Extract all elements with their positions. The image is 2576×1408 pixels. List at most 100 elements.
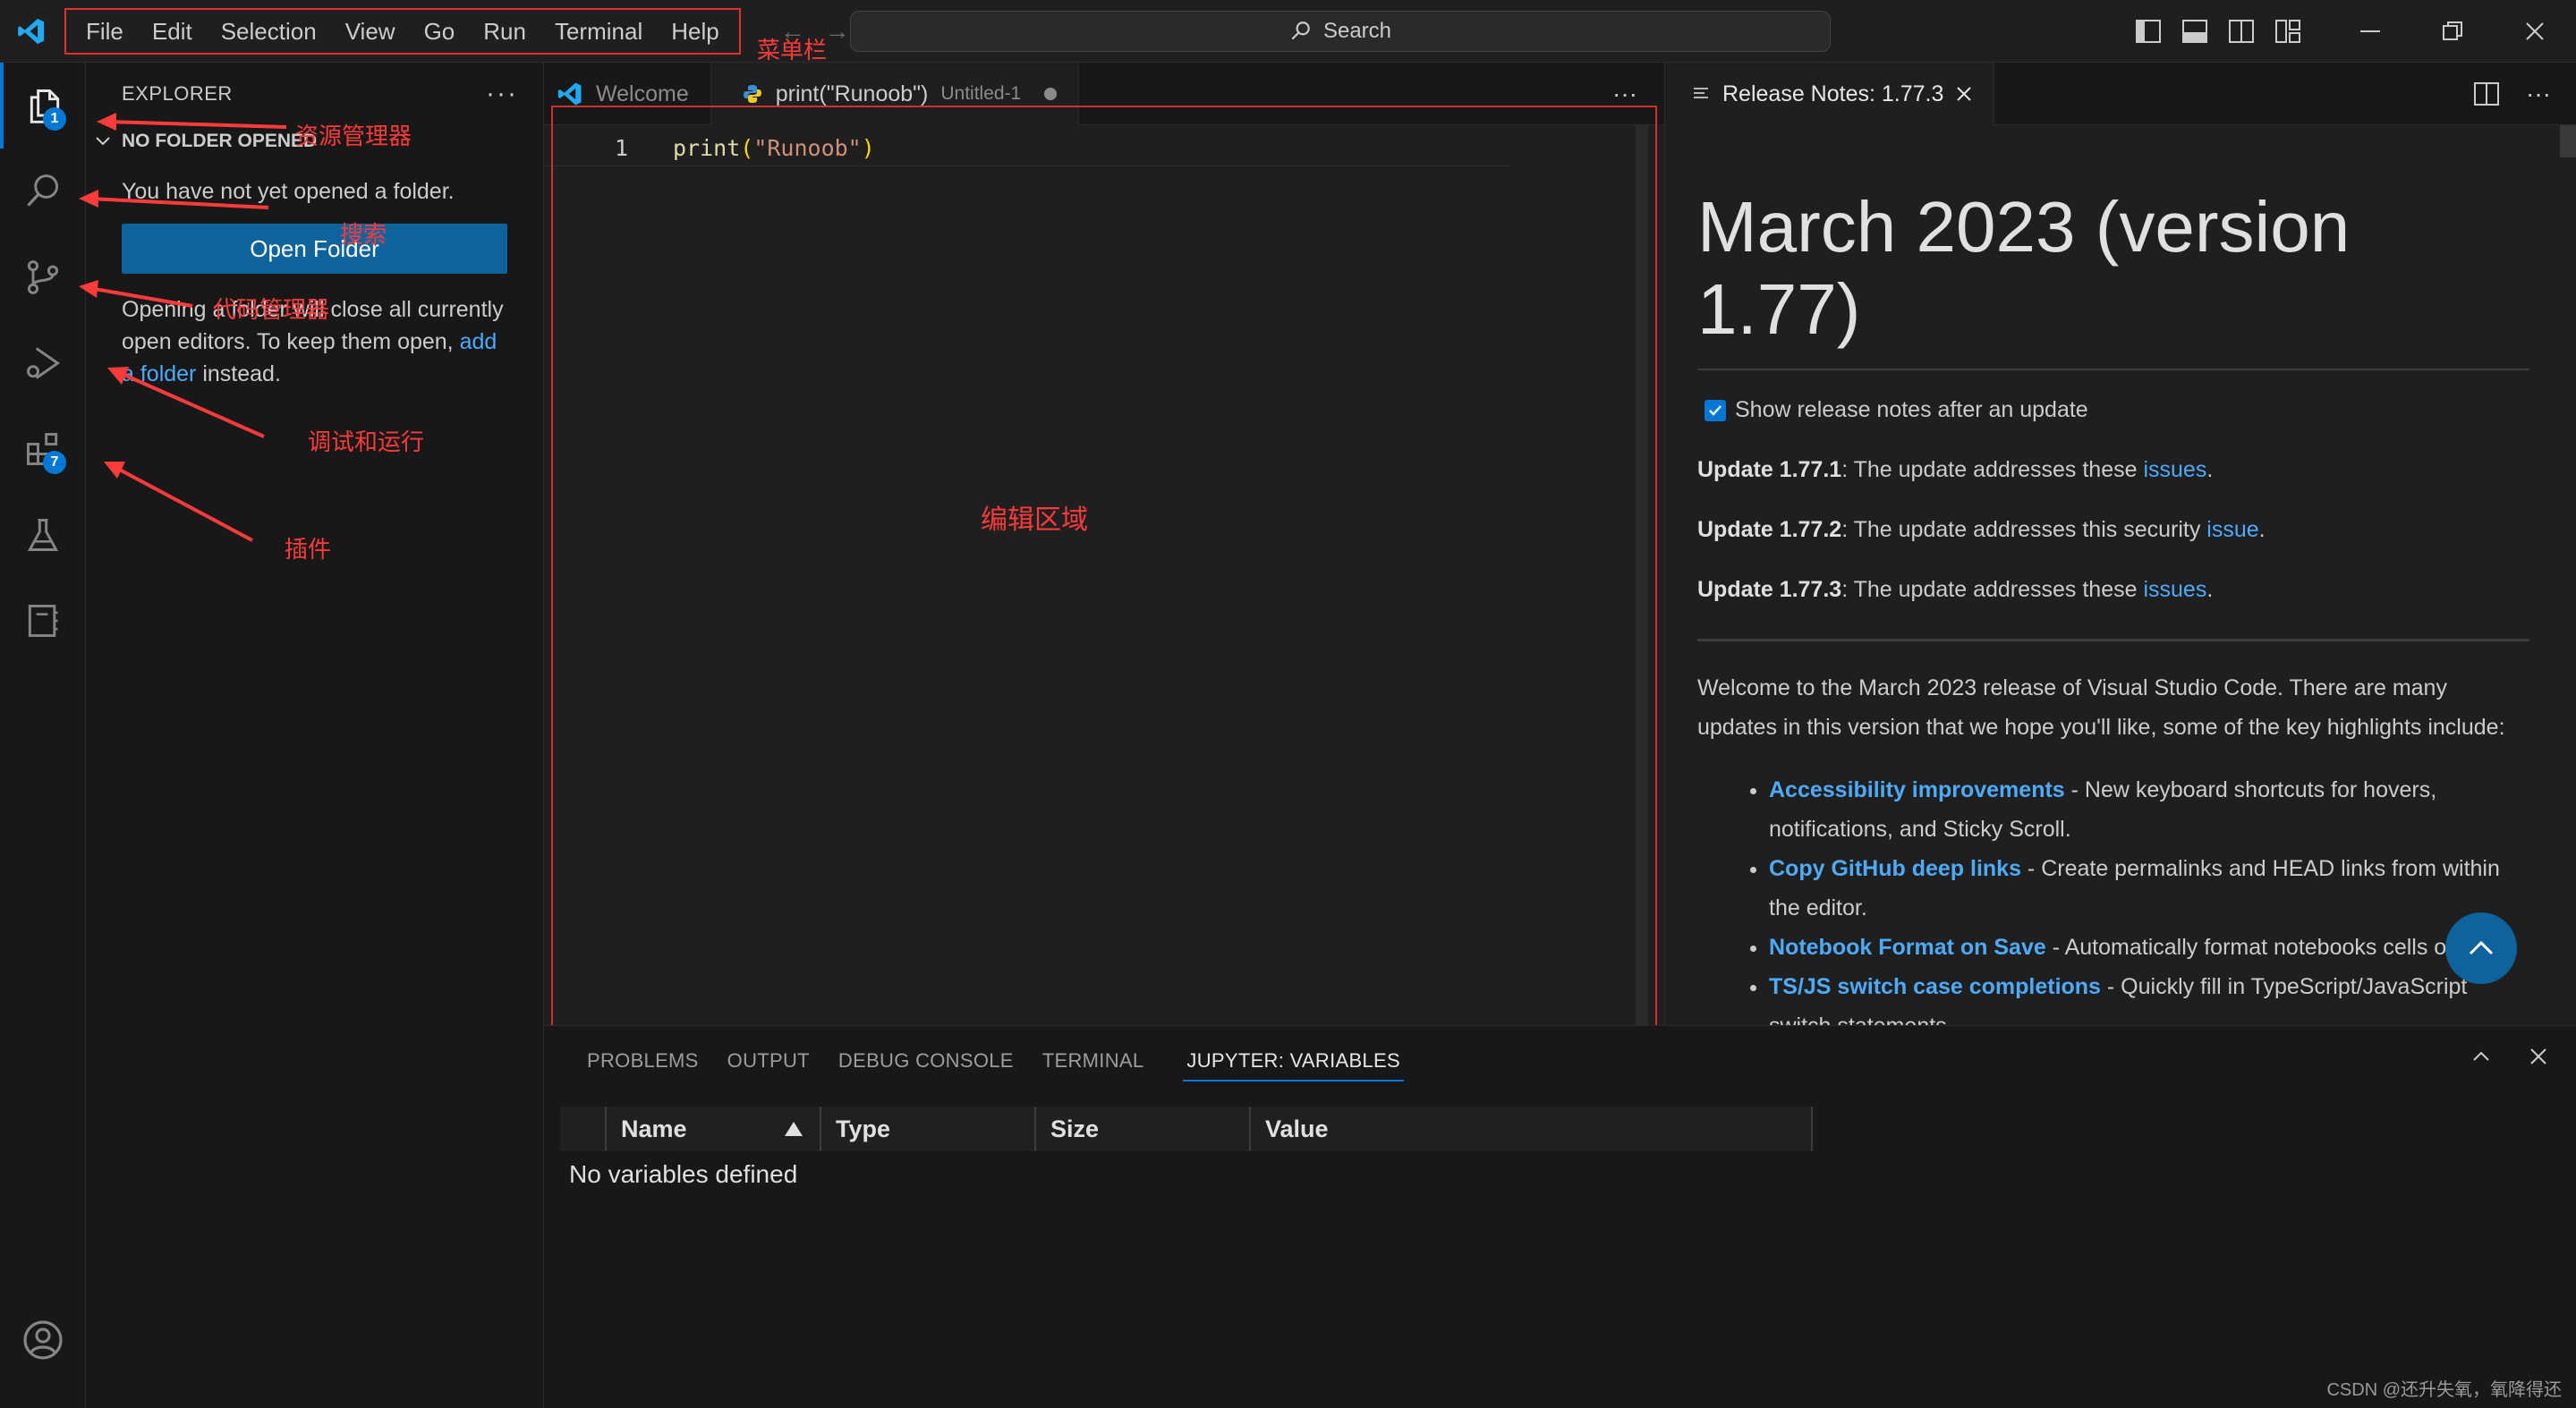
split-editor-icon[interactable] bbox=[2474, 82, 2500, 106]
tab-output[interactable]: OUTPUT bbox=[720, 1026, 831, 1096]
release-intro: Welcome to the March 2023 release of Vis… bbox=[1697, 675, 2505, 740]
sidebar-title: EXPLORER bbox=[122, 82, 233, 105]
activity-run-debug[interactable] bbox=[0, 320, 86, 406]
sort-ascending-icon bbox=[785, 1122, 803, 1136]
release-notes-title: March 2023 (version 1.77) bbox=[1697, 186, 2529, 370]
close-window-icon[interactable] bbox=[2494, 0, 2576, 63]
explorer-sidebar: EXPLORER ··· NO FOLDER OPENED You have n… bbox=[86, 63, 544, 1408]
tab-untitled-1[interactable]: print("Runoob") Untitled-1 bbox=[710, 63, 1080, 125]
annotation-source-control: 代码管理器 bbox=[213, 297, 330, 324]
beaker-icon bbox=[27, 519, 59, 551]
toggle-primary-sidebar-icon[interactable] bbox=[2125, 0, 2172, 63]
tab-label: print("Runoob") bbox=[775, 81, 929, 106]
notebook-icon bbox=[28, 605, 58, 637]
highlight-link[interactable]: Notebook Format on Save bbox=[1769, 935, 2046, 960]
editor-tabs: Welcome print("Runoob") Untitled-1 ··· bbox=[544, 63, 1664, 125]
menu-edit[interactable]: Edit bbox=[138, 12, 207, 51]
menu-view[interactable]: View bbox=[331, 12, 410, 51]
more-actions-icon[interactable]: ··· bbox=[486, 79, 518, 109]
tab-welcome[interactable]: Welcome bbox=[544, 63, 711, 125]
activity-explorer[interactable]: 1 bbox=[0, 63, 86, 148]
menu-run[interactable]: Run bbox=[469, 12, 540, 51]
forward-arrow-icon[interactable]: → bbox=[825, 17, 850, 46]
activity-accounts[interactable] bbox=[0, 1297, 86, 1383]
tab-debug-console[interactable]: DEBUG CONSOLE bbox=[831, 1026, 1035, 1096]
editor-scrollbar[interactable] bbox=[1636, 125, 1648, 1025]
annotation-search: 搜索 bbox=[340, 222, 387, 249]
scroll-to-top-button[interactable] bbox=[2445, 912, 2517, 984]
section-title: NO FOLDER OPENED bbox=[122, 131, 318, 151]
unsaved-dot-icon[interactable] bbox=[1044, 88, 1058, 100]
release-notes-tabs: Release Notes: 1.77.3 ··· bbox=[1664, 63, 2576, 125]
empty-variables-message: No variables defined bbox=[569, 1160, 798, 1188]
explorer-badge: 1 bbox=[43, 107, 66, 131]
update-note: Update 1.77.3: The update addresses thes… bbox=[1697, 577, 2214, 602]
tab-terminal[interactable]: TERMINAL bbox=[1035, 1026, 1166, 1096]
activity-testing[interactable] bbox=[0, 492, 86, 578]
activity-source-control[interactable] bbox=[0, 234, 86, 320]
restore-icon[interactable] bbox=[2411, 0, 2494, 63]
divider bbox=[1697, 639, 2529, 641]
editor-more-actions-icon[interactable]: ··· bbox=[1612, 63, 1637, 125]
menu-go[interactable]: Go bbox=[410, 12, 470, 51]
issues-link[interactable]: issues bbox=[2143, 577, 2206, 602]
column-type[interactable]: Type bbox=[820, 1107, 1034, 1151]
activity-notebook[interactable] bbox=[0, 578, 86, 664]
open-folder-button[interactable]: Open Folder bbox=[122, 224, 507, 274]
code-editor[interactable]: 1 print("Runoob") bbox=[544, 106, 1664, 1027]
column-name[interactable]: Name bbox=[605, 1107, 820, 1151]
highlight-link[interactable]: Copy GitHub deep links bbox=[1769, 856, 2021, 881]
toggle-panel-icon[interactable] bbox=[2172, 0, 2218, 63]
toggle-secondary-sidebar-icon[interactable] bbox=[2218, 0, 2265, 63]
search-icon bbox=[1291, 21, 1310, 40]
menu-selection[interactable]: Selection bbox=[207, 12, 331, 51]
menu-help[interactable]: Help bbox=[657, 12, 733, 51]
close-icon[interactable] bbox=[1956, 86, 1972, 102]
release-notes-pane: March 2023 (version 1.77) Show release n… bbox=[1664, 125, 2576, 1025]
release-notes-scrollbar[interactable] bbox=[2560, 125, 2576, 157]
activity-extensions[interactable]: 7 bbox=[0, 406, 86, 492]
more-actions-icon[interactable]: ··· bbox=[2526, 80, 2551, 108]
activity-search[interactable] bbox=[0, 148, 86, 234]
annotation-menubar: 菜单栏 bbox=[757, 38, 828, 64]
minimize-icon[interactable] bbox=[2329, 0, 2411, 63]
annotation-debug: 调试和运行 bbox=[308, 429, 425, 456]
issues-link[interactable]: issues bbox=[2143, 457, 2206, 482]
highlights-list: Accessibility improvements - New keyboar… bbox=[1697, 770, 2529, 1025]
column-size[interactable]: Size bbox=[1034, 1107, 1249, 1151]
tab-problems[interactable]: PROBLEMS bbox=[580, 1026, 720, 1096]
document-lines-icon bbox=[1694, 88, 1708, 98]
issue-link[interactable]: issue bbox=[2206, 517, 2258, 542]
update-note: Update 1.77.1: The update addresses thes… bbox=[1697, 457, 2214, 482]
code-line[interactable]: 1 print("Runoob") bbox=[544, 131, 1510, 166]
chevron-down-icon bbox=[96, 137, 110, 146]
maximize-panel-icon[interactable] bbox=[2470, 1046, 2492, 1067]
search-icon bbox=[27, 174, 59, 207]
watermark: CSDN @还升失氧，氧降得还 bbox=[2326, 1380, 2562, 1400]
annotation-extensions: 插件 bbox=[285, 537, 332, 564]
header-spacer bbox=[560, 1107, 605, 1151]
column-value[interactable]: Value bbox=[1249, 1107, 1813, 1151]
list-item: Copy GitHub deep links - Create permalin… bbox=[1769, 849, 2529, 928]
code-text: print("Runoob") bbox=[673, 135, 875, 161]
menu-terminal[interactable]: Terminal bbox=[540, 12, 657, 51]
no-folder-message: You have not yet opened a folder. bbox=[122, 179, 455, 204]
customize-layout-icon[interactable] bbox=[2265, 0, 2311, 63]
highlight-link[interactable]: TS/JS switch case completions bbox=[1769, 974, 2101, 999]
command-center-search[interactable]: Search bbox=[850, 11, 1831, 52]
menu-file[interactable]: File bbox=[72, 12, 138, 51]
highlight-link[interactable]: Accessibility improvements bbox=[1769, 777, 2065, 802]
bottom-panel: PROBLEMS OUTPUT DEBUG CONSOLE TERMINAL J… bbox=[544, 1025, 2576, 1408]
line-number: 1 bbox=[614, 135, 628, 161]
title-bar: File Edit Selection View Go Run Terminal… bbox=[0, 0, 2576, 63]
source-control-icon bbox=[27, 260, 59, 294]
close-panel-icon[interactable] bbox=[2528, 1046, 2549, 1067]
tab-release-notes[interactable]: Release Notes: 1.77.3 bbox=[1665, 63, 1995, 125]
python-icon bbox=[743, 85, 761, 103]
chevron-up-icon bbox=[2469, 940, 2494, 955]
check-icon bbox=[1709, 404, 1722, 416]
release-notes-checkbox[interactable] bbox=[1705, 399, 1726, 421]
list-item: Notebook Format on Save - Automatically … bbox=[1769, 928, 2529, 967]
annotation-explorer: 资源管理器 bbox=[295, 123, 412, 150]
tab-jupyter-variables[interactable]: JUPYTER: VARIABLES bbox=[1183, 1040, 1404, 1081]
